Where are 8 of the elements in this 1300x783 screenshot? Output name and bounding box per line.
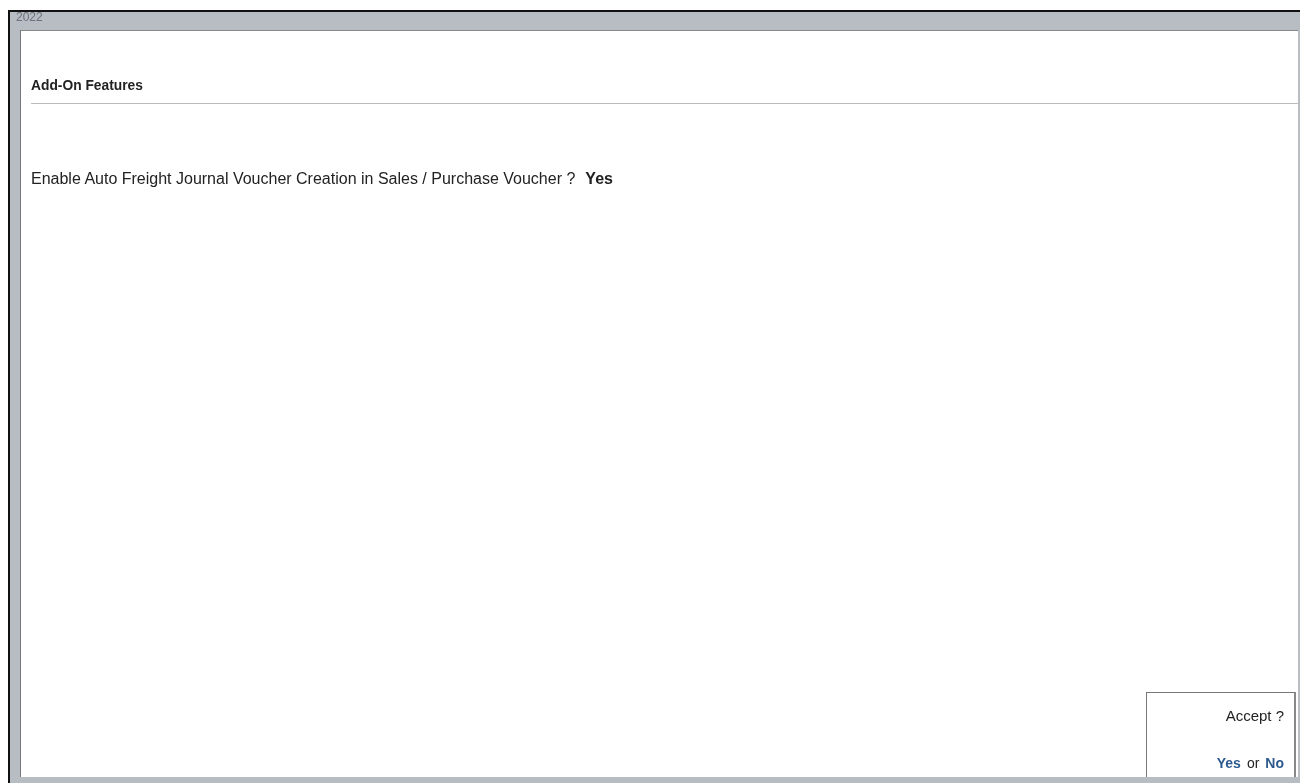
field-value[interactable]: Yes	[585, 170, 613, 188]
yes-option[interactable]: Yes	[1216, 755, 1241, 771]
no-option[interactable]: No	[1265, 755, 1284, 771]
panel-title: Add-On Features	[31, 75, 143, 95]
accept-question: Accept ?	[1225, 707, 1284, 724]
or-text: or	[1246, 755, 1260, 771]
year-text: 2022	[16, 10, 43, 24]
field-label: Enable Auto Freight Journal Voucher Creation in Sales / Purchase Voucher ?	[31, 170, 576, 188]
